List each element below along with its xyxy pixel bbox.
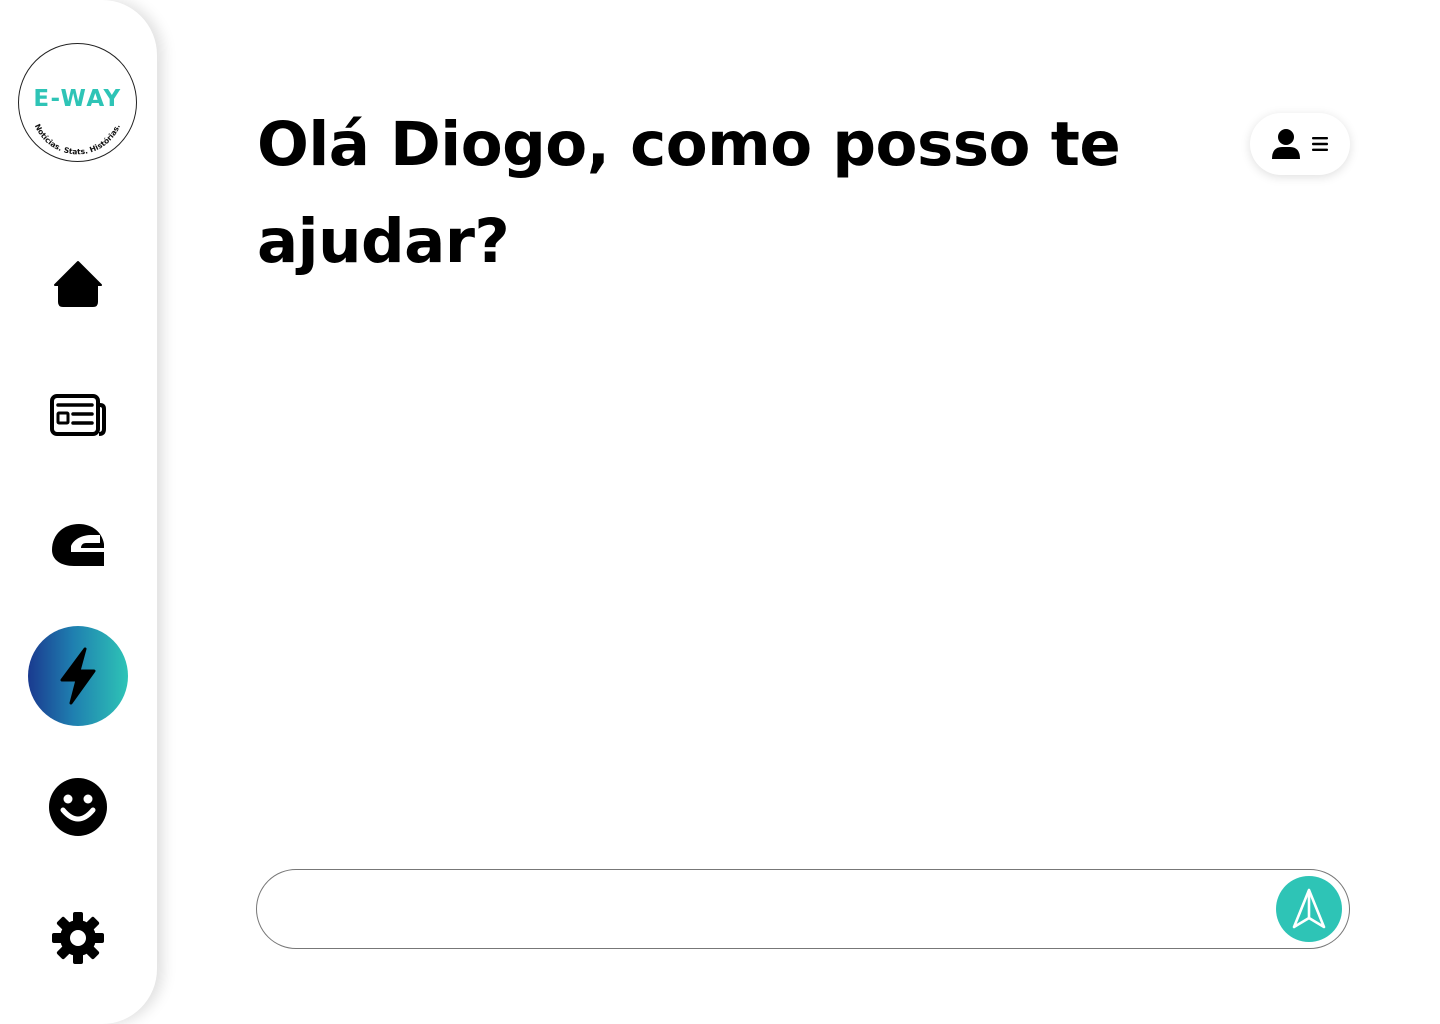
helmet-icon xyxy=(52,524,104,566)
gear-icon xyxy=(52,912,104,964)
smiley-icon xyxy=(49,778,107,836)
brand-logo[interactable]: Notícias. Stats. Histórias. E-WAY xyxy=(18,43,137,162)
home-icon xyxy=(54,261,102,307)
page-title: Olá Diogo, como posso te ajudar? xyxy=(257,109,1121,277)
lightning-bolt-icon xyxy=(60,647,96,705)
sidebar: Notícias. Stats. Histórias. E-WAY xyxy=(0,0,157,1024)
user-icon xyxy=(1272,129,1300,159)
menu-lines-icon xyxy=(1312,137,1328,151)
send-arrow-icon xyxy=(1292,888,1326,929)
sidebar-item-helmet[interactable] xyxy=(28,495,128,595)
sidebar-item-settings[interactable] xyxy=(28,888,128,988)
chat-input-bar xyxy=(256,869,1350,950)
sidebar-item-fun[interactable] xyxy=(28,757,128,857)
logo-tagline: Notícias. Stats. Histórias. xyxy=(33,122,122,156)
newspaper-icon xyxy=(50,394,106,436)
logo-title: E-WAY xyxy=(33,86,122,112)
profile-menu-button[interactable] xyxy=(1250,113,1350,175)
sidebar-item-assistant[interactable] xyxy=(28,626,128,726)
send-button[interactable] xyxy=(1276,876,1342,942)
page: Notícias. Stats. Histórias. E-WAY Olá Di… xyxy=(0,0,1440,1024)
sidebar-item-home[interactable] xyxy=(28,233,128,333)
sidebar-item-news[interactable] xyxy=(28,365,128,465)
chat-input[interactable] xyxy=(287,870,1261,950)
